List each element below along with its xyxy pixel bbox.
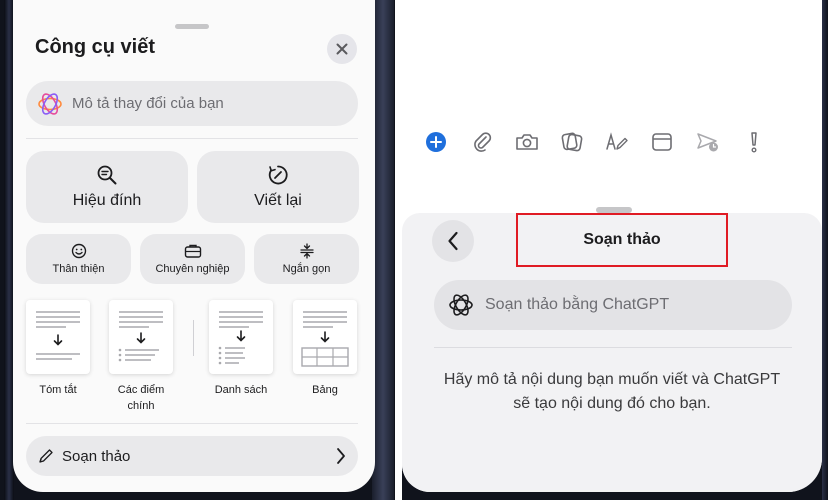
compose-panel: Soạn thảo Soạn thảo bằng ChatGPT Hãy mô … (402, 0, 828, 500)
attach-button[interactable] (468, 128, 496, 156)
compose-button[interactable]: Soạn thảo (26, 436, 358, 476)
table-doc-icon (301, 311, 349, 367)
tone-professional-button[interactable]: Chuyên nghiệp (140, 234, 245, 284)
window-icon (652, 133, 672, 151)
pencil-icon (39, 449, 53, 463)
proofread-label: Hiệu đính (72, 192, 142, 209)
device-frame-right (372, 0, 394, 500)
schedule-send-button[interactable] (694, 128, 722, 156)
rewrite-button[interactable]: Viết lại (197, 151, 359, 223)
apple-intelligence-icon (38, 92, 62, 115)
chatgpt-icon (449, 294, 473, 316)
plus-circle-icon (426, 132, 446, 152)
image-button[interactable] (558, 128, 586, 156)
proofread-button[interactable]: Hiệu đính (26, 151, 188, 223)
divider (434, 347, 792, 348)
importance-button[interactable] (740, 128, 768, 156)
summary-doc-icon (36, 311, 80, 360)
message-toolbar (422, 128, 782, 158)
format-key-points-label: Các điểm chính (109, 382, 173, 414)
smiley-icon (71, 243, 86, 259)
chevron-left-icon (448, 231, 458, 251)
tone-concise-label: Ngắn gọn (282, 263, 331, 275)
rewrite-label: Viết lại (254, 192, 302, 209)
close-button[interactable] (327, 34, 357, 64)
back-button[interactable] (432, 220, 474, 262)
image-stack-icon (561, 132, 583, 152)
format-summary-button[interactable] (26, 300, 90, 374)
magnifier-text-icon (97, 165, 117, 185)
describe-change-placeholder: Mô tả thay đổi của bạn (72, 95, 224, 112)
format-key-points-line1: Các điểm (117, 384, 165, 396)
paperclip-icon (474, 132, 492, 152)
window-button[interactable] (648, 128, 676, 156)
rewrite-circle-icon (268, 165, 288, 185)
briefcase-icon (184, 244, 201, 258)
format-key-points-line2: chính (127, 400, 155, 412)
format-table-button[interactable] (293, 300, 357, 374)
format-summary-label: Tóm tắt (39, 384, 77, 396)
divider (26, 138, 358, 139)
compose-screen: Soạn thảo Soạn thảo bằng ChatGPT Hãy mô … (402, 0, 822, 492)
sheet-grabber[interactable] (175, 24, 209, 29)
handwriting-button[interactable] (603, 128, 631, 156)
camera-icon (516, 134, 538, 150)
condense-icon (299, 243, 314, 259)
format-divider (193, 320, 194, 356)
close-icon (336, 43, 348, 55)
describe-change-input[interactable]: Mô tả thay đổi của bạn (26, 81, 358, 126)
format-list-button[interactable] (209, 300, 273, 374)
chevron-right-icon (337, 448, 345, 464)
list-doc-icon (218, 311, 263, 365)
writing-tools-sheet: Công cụ viết Mô tả thay đổi của bạn Hiệu… (13, 0, 375, 492)
chatgpt-compose-placeholder: Soạn thảo bằng ChatGPT (485, 296, 670, 313)
sheet-title: Công cụ viết (35, 36, 156, 58)
compose-description: Hãy mô tả nội dung bạn muốn viết và Chat… (443, 371, 781, 412)
exclamation-icon (751, 132, 757, 153)
format-key-points-button[interactable] (109, 300, 173, 374)
divider (26, 423, 358, 424)
chatgpt-compose-input[interactable]: Soạn thảo bằng ChatGPT (434, 280, 792, 330)
tone-concise-button[interactable]: Ngắn gọn (254, 234, 359, 284)
camera-button[interactable] (513, 128, 541, 156)
format-list-label: Danh sách (214, 384, 268, 396)
add-button[interactable] (422, 128, 450, 156)
tone-friendly-button[interactable]: Thân thiện (26, 234, 131, 284)
compose-label: Soạn thảo (62, 447, 131, 465)
format-table-label: Bảng (312, 384, 338, 396)
compose-title: Soạn thảo (516, 213, 728, 267)
key-points-doc-icon (118, 311, 163, 362)
handwriting-icon (606, 132, 628, 150)
schedule-send-icon (697, 133, 718, 152)
device-frame-right (822, 0, 828, 500)
tone-professional-label: Chuyên nghiệp (155, 263, 230, 275)
tone-friendly-label: Thân thiện (52, 263, 105, 275)
writing-tools-panel: Công cụ viết Mô tả thay đổi của bạn Hiệu… (0, 0, 395, 500)
